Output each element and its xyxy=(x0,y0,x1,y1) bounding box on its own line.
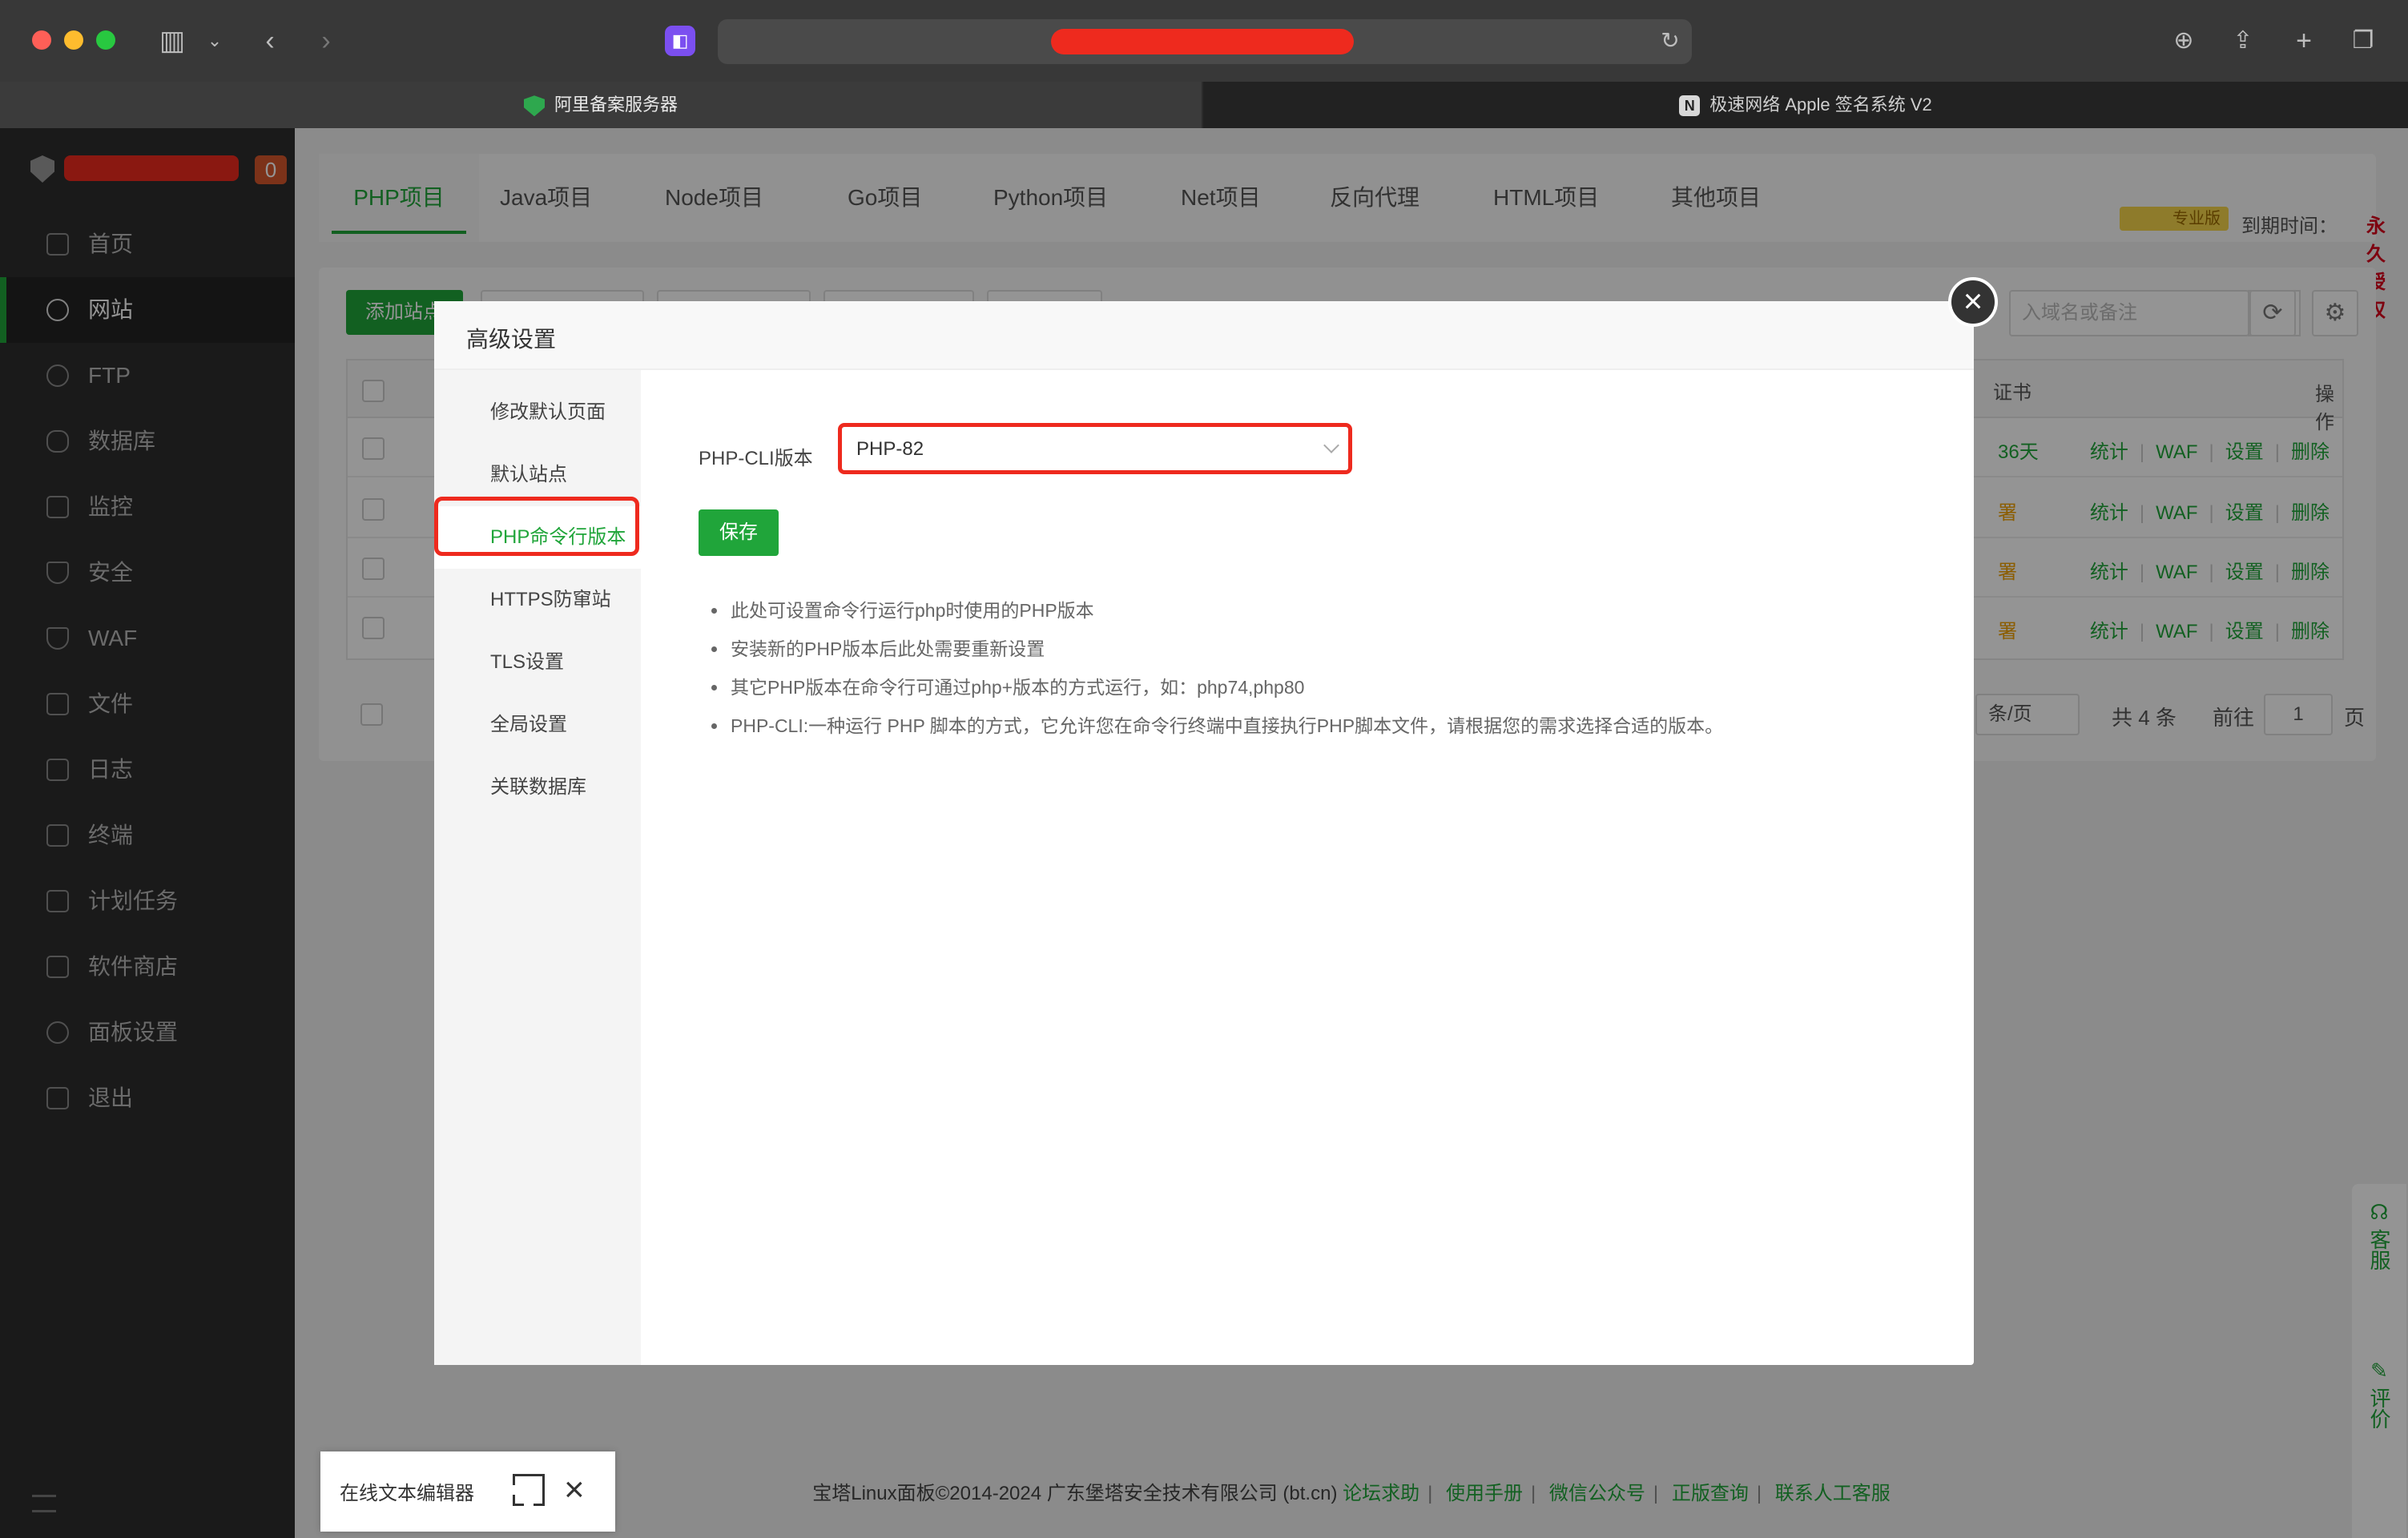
close-window-button[interactable] xyxy=(32,30,51,50)
close-icon[interactable]: × xyxy=(564,1469,585,1511)
tip-item: 此处可设置命令行运行php时使用的PHP版本 xyxy=(699,591,1948,630)
zoom-window-button[interactable] xyxy=(96,30,115,50)
n-favicon-icon: N xyxy=(1679,95,1701,117)
back-icon[interactable]: ‹ xyxy=(258,24,282,58)
reload-icon[interactable]: ↻ xyxy=(1658,24,1682,58)
browser-tab[interactable]: N 极速网络 Apple 签名系统 V2 xyxy=(1203,82,2408,128)
tab-title: 极速网络 Apple 签名系统 V2 xyxy=(1709,95,1932,115)
sidebar-toggle-icon[interactable]: ▥ xyxy=(154,24,191,58)
share-icon[interactable]: ⇪ xyxy=(2227,24,2259,58)
tab-overview-icon[interactable]: ❐ xyxy=(2347,24,2379,58)
tip-item: PHP-CLI:一种运行 PHP 脚本的方式，它允许您在命令行终端中直接执行PH… xyxy=(699,707,1948,745)
modal-header: 高级设置 xyxy=(434,301,1974,370)
modal-body: PHP-CLI版本 PHP-82 保存 此处可设置命令行运行php时使用的PHP… xyxy=(641,370,1974,1365)
new-tab-icon[interactable]: + xyxy=(2288,24,2320,58)
text-editor-widget: 在线文本编辑器 × xyxy=(320,1451,615,1532)
advanced-settings-modal: 高级设置 修改默认页面 默认站点 PHP命令行版本 HTTPS防窜站 TLS设置… xyxy=(434,301,1974,1365)
save-button[interactable]: 保存 xyxy=(699,509,779,556)
minimize-window-button[interactable] xyxy=(64,30,83,50)
editor-label: 在线文本编辑器 xyxy=(340,1483,474,1504)
modal-close-icon[interactable]: × xyxy=(1948,277,1998,327)
browser-tabs: 阿里备案服务器 N 极速网络 Apple 签名系统 V2 xyxy=(0,82,2408,128)
extension-icon[interactable]: ◧ xyxy=(665,26,695,56)
tab-title: 阿里备案服务器 xyxy=(554,95,678,115)
maximize-icon[interactable] xyxy=(513,1474,545,1506)
browser-toolbar: ▥ ⌄ ‹ › ◧ ↻ ⊕ ⇪ + ❐ xyxy=(0,0,2408,82)
nav-global-settings[interactable]: 全局设置 xyxy=(434,694,641,756)
nav-https-anti-hijack[interactable]: HTTPS防窜站 xyxy=(434,569,641,631)
browser-chrome: ▥ ⌄ ‹ › ◧ ↻ ⊕ ⇪ + ❐ 阿里备案服务器 N 极速网络 Apple … xyxy=(0,0,2408,128)
redacted-url xyxy=(1051,29,1354,54)
nav-default-page[interactable]: 修改默认页面 xyxy=(434,381,641,444)
browser-tab-active[interactable]: 阿里备案服务器 xyxy=(0,82,1202,128)
tips-list: 此处可设置命令行运行php时使用的PHP版本 安装新的PHP版本后此处需要重新设… xyxy=(699,591,1948,745)
selected-version: PHP-82 xyxy=(856,438,924,460)
tip-item: 安装新的PHP版本后此处需要重新设置 xyxy=(699,630,1948,668)
tip-item: 其它PHP版本在命令行可通过php+版本的方式运行，如：php74,php80 xyxy=(699,668,1948,707)
nav-linked-database[interactable]: 关联数据库 xyxy=(434,756,641,819)
nav-tls-settings[interactable]: TLS设置 xyxy=(434,631,641,694)
download-icon[interactable]: ⊕ xyxy=(2168,24,2200,58)
forward-icon[interactable]: › xyxy=(314,24,338,58)
php-cli-label: PHP-CLI版本 xyxy=(699,448,813,469)
nav-highlight-annotation xyxy=(434,497,639,556)
php-cli-version-select[interactable]: PHP-82 xyxy=(838,423,1352,474)
shield-favicon-icon xyxy=(523,95,545,117)
modal-title: 高级设置 xyxy=(466,327,557,352)
chevron-down-icon[interactable]: ⌄ xyxy=(205,24,224,58)
chevron-down-icon xyxy=(1323,437,1339,453)
